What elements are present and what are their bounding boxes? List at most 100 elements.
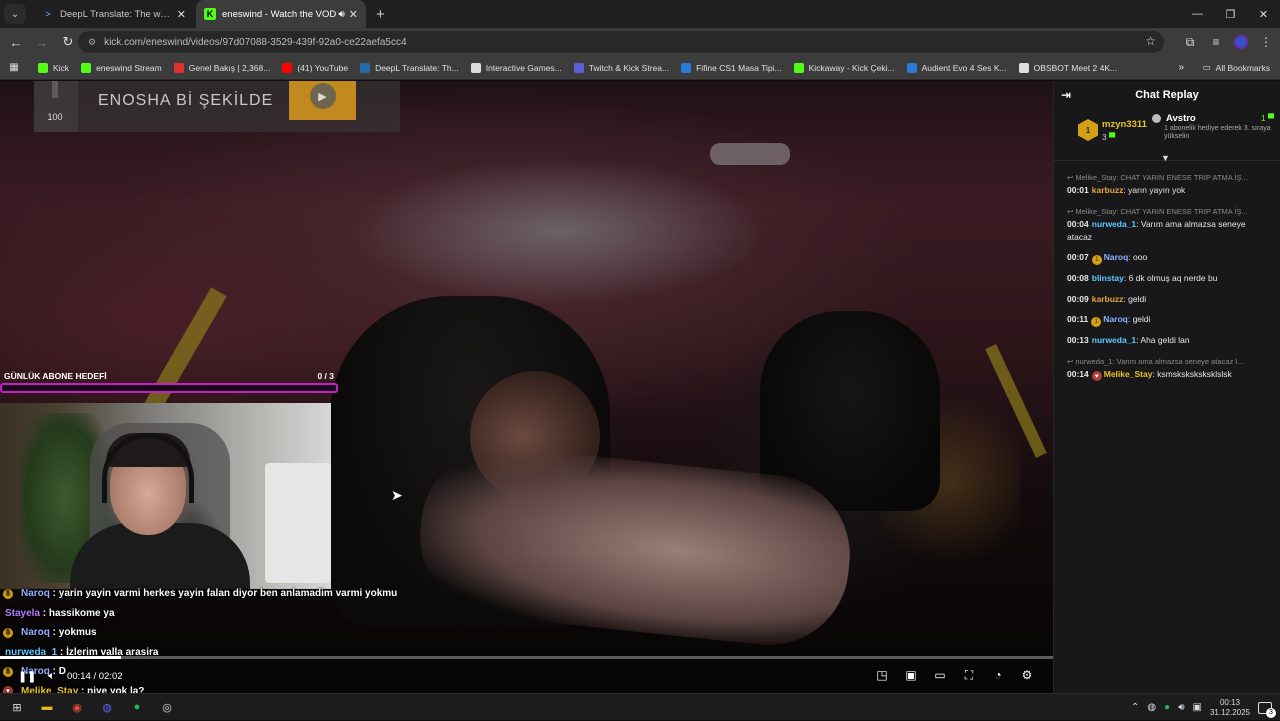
settings-gear-icon[interactable]: ⚙ — [1021, 668, 1033, 682]
playback-speed-icon[interactable]: ◔ — [992, 668, 1004, 682]
bookmark-item[interactable]: Audient Evo 4 Ses K... — [906, 62, 1007, 73]
tab-kick-vod[interactable]: K eneswind - Watch the VOD 🔊︎ ✕ — [196, 0, 366, 28]
clip-icon[interactable]: ▣ — [905, 668, 917, 682]
clock[interactable]: 00:13 31.12.2025 — [1210, 698, 1250, 718]
message-username[interactable]: nurweda_1 — [1092, 335, 1136, 345]
leaderboard-first[interactable]: 1 mzyn3311 3 ▀ — [1078, 119, 1147, 142]
start-windows-icon[interactable]: ⊞ — [8, 698, 26, 716]
volume-icon[interactable]: 🔈︎ — [48, 670, 55, 683]
new-tab-plus-icon[interactable]: + — [376, 6, 385, 23]
chat-message[interactable]: ↩ nurweda_1: Varım ama almazsa seneye at… — [1054, 355, 1280, 381]
bookmark-item[interactable]: Kickaway - Kick Çeki... — [793, 62, 895, 73]
discord-tray-icon[interactable]: ◍ — [1147, 702, 1156, 713]
chat-message[interactable]: ↩ Melike_Stay: CHAT YARIN ENESE TRIP ATM… — [1054, 205, 1280, 244]
all-bookmarks-button[interactable]: ▭ All Bookmarks — [1203, 62, 1270, 73]
leaderboard-second[interactable]: Avstro 1 ▀ 1 abonelik hediye ederek 3. s… — [1152, 113, 1274, 141]
leader-count: 3 — [1102, 132, 1107, 142]
message-username[interactable]: Melike_Stay — [1104, 369, 1153, 379]
chat-message[interactable]: 00:11 1 Naroq: geldi — [1054, 313, 1280, 327]
message-body: 00:11 1 Naroq: geldi — [1067, 313, 1271, 327]
speaker-icon[interactable]: 🔊︎ — [338, 9, 344, 20]
chat-message[interactable]: ↩ Melike_Stay: CHAT YARIN ENESE TRIP ATM… — [1054, 171, 1280, 197]
network-icon[interactable]: ▣ — [1193, 702, 1202, 713]
collapse-chat-icon[interactable]: ⇥ — [1061, 88, 1071, 102]
spotify-tray-icon[interactable]: ● — [1164, 702, 1170, 713]
message-timestamp: 00:01 — [1067, 185, 1089, 195]
bookmark-label: Genel Bakış | 2,368... — [188, 62, 271, 73]
bookmark-item[interactable]: eneswind Stream — [81, 62, 162, 73]
discord-icon[interactable]: ◍ — [98, 698, 116, 716]
overlay-chat-line: 1 Naroq : yarin yayin varmi herkes yayin … — [0, 584, 420, 604]
browser-tab-bar: ⌄ > DeepL Translate: The world's most ac… — [0, 0, 1280, 28]
miniplayer-icon[interactable]: ◳ — [876, 668, 888, 682]
forward-arrow-icon[interactable]: → — [30, 30, 54, 54]
close-window-icon[interactable]: ✕ — [1247, 0, 1280, 28]
message-username[interactable]: Naroq — [1103, 314, 1128, 324]
chat-message[interactable]: 00:07 1 Naroq: ooo — [1054, 251, 1280, 265]
speaker-tray-icon[interactable]: 🔊︎ — [1178, 702, 1184, 713]
bookmark-item[interactable]: Twitch & Kick Strea... — [573, 62, 670, 73]
sub-goal-bar — [0, 383, 338, 393]
bookmark-item[interactable]: (41) YouTube — [282, 62, 348, 73]
video-player[interactable]: ⏮ ⏸ ⏭ ▶ 100 ENOSHA Bİ ŞEKİLDE GÜNLÜK ABO… — [0, 81, 1053, 693]
bookmark-item[interactable]: Kick — [38, 62, 69, 73]
message-username[interactable]: karbuzz — [1092, 294, 1124, 304]
spotify-icon[interactable]: ● — [128, 698, 146, 716]
message-body: 00:07 1 Naroq: ooo — [1067, 251, 1271, 265]
bookmark-star-icon[interactable]: ☆ — [1145, 34, 1156, 48]
file-explorer-icon[interactable]: ▬ — [38, 698, 56, 716]
message-username[interactable]: nurweda_1 — [1092, 219, 1136, 229]
minimize-icon[interactable]: — — [1181, 0, 1214, 28]
bookmarks-overflow-icon[interactable]: » — [1178, 62, 1184, 73]
album-art: ▶ — [289, 81, 356, 120]
back-arrow-icon[interactable]: ← — [4, 30, 28, 54]
bookmark-label: Twitch & Kick Strea... — [588, 62, 670, 73]
chat-message[interactable]: 00:09 karbuzz: geldi — [1054, 293, 1280, 306]
media-controls-icon[interactable]: ≡ — [1208, 35, 1224, 49]
kebab-menu-icon[interactable]: ⋮ — [1258, 35, 1274, 49]
sub-goal-label: GÜNLÜK ABONE HEDEFİ — [4, 371, 107, 381]
message-timestamp: 00:11 — [1067, 314, 1089, 324]
message-username[interactable]: blinstay — [1092, 273, 1124, 283]
close-tab-icon[interactable]: ✕ — [349, 8, 358, 21]
bookmark-item[interactable]: DeepL Translate: Th... — [360, 62, 459, 73]
address-bar[interactable]: ⚙ kick.com/eneswind/videos/97d07088-3529… — [78, 31, 1164, 53]
message-timestamp: 00:07 — [1067, 252, 1089, 262]
show-hidden-icons-chevron-icon[interactable]: ⌃ — [1131, 702, 1139, 713]
close-tab-icon[interactable]: ✕ — [177, 8, 186, 21]
second-description: 1 abonelik hediye ederek 3. sıraya yükse… — [1164, 125, 1271, 140]
bookmark-item[interactable]: Fifine CS1 Masa Tipi... — [681, 62, 782, 73]
music-title: ENOSHA Bİ ŞEKİLDE — [98, 92, 274, 109]
apps-grid-icon[interactable]: ▦ — [2, 62, 26, 73]
url-text: kick.com/eneswind/videos/97d07088-3529-4… — [104, 36, 407, 48]
profile-avatar[interactable] — [1234, 35, 1248, 49]
tab-deepl[interactable]: > DeepL Translate: The world's most accu… — [34, 0, 194, 28]
video-progress-bar[interactable] — [0, 656, 1053, 659]
bookmark-label: OBSBOT Meet 2 4K... — [1033, 62, 1118, 73]
tab-search-chevron-icon[interactable]: ⌄ — [4, 4, 26, 24]
bookmark-favicon-icon — [793, 62, 804, 73]
site-info-icon[interactable]: ⚙ — [88, 37, 96, 48]
tab-title: eneswind - Watch the VOD — [222, 8, 337, 20]
chrome-icon[interactable]: ◉ — [68, 698, 86, 716]
bookmark-favicon-icon — [681, 62, 692, 73]
expand-leaderboard-icon[interactable]: ▼ — [1161, 153, 1170, 163]
reply-text: Melike_Stay: CHAT YARIN ENESE TRIP ATMA … — [1075, 173, 1248, 182]
notification-center-icon[interactable]: 3 — [1258, 701, 1276, 718]
bookmark-item[interactable]: Interactive Games... — [470, 62, 562, 73]
bookmark-item[interactable]: Genel Bakış | 2,368... — [173, 62, 271, 73]
theater-mode-icon[interactable]: ▭ — [934, 668, 946, 682]
chat-message[interactable]: 00:08 blinstay: 6 dk olmuş aq nerde bu — [1054, 272, 1280, 285]
pause-button-icon[interactable]: ❚❚ — [18, 670, 36, 683]
extensions-puzzle-icon[interactable]: ⧉ — [1182, 35, 1198, 50]
message-username[interactable]: Naroq — [1104, 252, 1129, 262]
chat-message[interactable]: 00:13 nurweda_1: Aha geldi lan — [1054, 334, 1280, 347]
restore-icon[interactable]: ❐ — [1214, 0, 1247, 28]
fullscreen-icon[interactable]: ⛶ — [963, 668, 975, 682]
reload-icon[interactable]: ↻ — [56, 30, 80, 54]
current-time: 00:14 — [67, 671, 91, 682]
bookmark-favicon-icon — [470, 62, 481, 73]
message-username[interactable]: karbuzz — [1092, 185, 1124, 195]
obs-icon[interactable]: ◎ — [158, 698, 176, 716]
bookmark-item[interactable]: OBSBOT Meet 2 4K... — [1018, 62, 1118, 73]
